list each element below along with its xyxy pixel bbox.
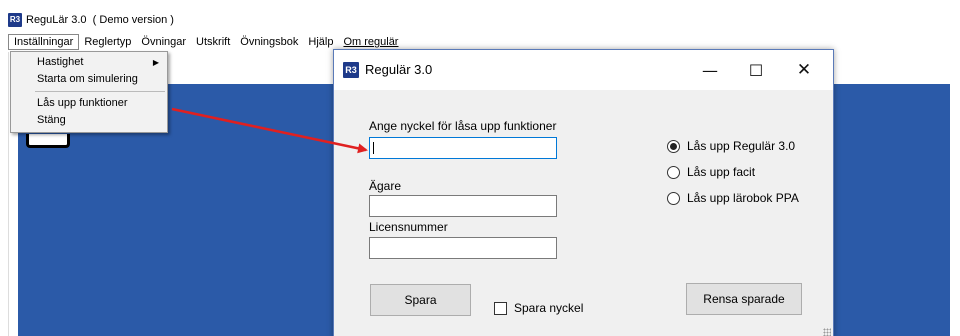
radio-unlock-regular[interactable]: Lås upp Regulär 3.0 [667, 139, 795, 153]
dialog-logo-icon: R3 [343, 62, 359, 78]
clear-saved-button[interactable]: Rensa sparade [686, 283, 802, 315]
dialog-titlebar[interactable]: R3 Regulär 3.0 — ☐ ✕ [334, 50, 833, 90]
maximize-button[interactable]: ☐ [733, 50, 779, 90]
menu-item-hastighet[interactable]: Hastighet ▶ [11, 54, 167, 71]
owner-input[interactable] [369, 195, 557, 217]
text-caret [373, 142, 374, 154]
app-title: ReguLär 3.0 ( Demo version ) [26, 14, 174, 26]
owner-label: Ägare [369, 179, 402, 193]
radio-button[interactable] [667, 165, 680, 179]
menu-item-las-upp[interactable]: Lås upp funktioner [11, 95, 167, 112]
save-key-checkbox-row[interactable]: Spara nyckel [494, 301, 583, 315]
menu-separator [35, 91, 165, 92]
app-title-bar: R3 ReguLär 3.0 ( Demo version ) [8, 10, 174, 30]
dialog-title: Regulär 3.0 [365, 62, 433, 77]
radio-selected-dot [670, 142, 677, 150]
save-key-checkbox[interactable] [494, 301, 507, 315]
menu-item-starta-om[interactable]: Starta om simulering [11, 71, 167, 88]
radio-unlock-facit[interactable]: Lås upp facit [667, 165, 755, 179]
resize-grip-icon[interactable] [823, 328, 831, 336]
key-input[interactable] [369, 137, 557, 159]
close-button[interactable]: ✕ [781, 50, 827, 90]
menu-utskrift[interactable]: Utskrift [191, 34, 235, 50]
app-logo-icon: R3 [8, 13, 22, 27]
unlock-dialog: R3 Regulär 3.0 — ☐ ✕ Ange nyckel för lås… [333, 49, 834, 336]
settings-dropdown-menu: Hastighet ▶ Starta om simulering Lås upp… [10, 51, 168, 133]
radio-unlock-larobok[interactable]: Lås upp lärobok PPA [667, 191, 799, 205]
menu-ovningsbok[interactable]: Övningsbok [235, 34, 303, 50]
license-label: Licensnummer [369, 220, 448, 234]
toolbar-icon[interactable] [26, 134, 70, 148]
key-label: Ange nyckel för låsa upp funktioner [369, 119, 557, 133]
minimize-button[interactable]: — [687, 50, 733, 90]
save-button[interactable]: Spara [370, 284, 471, 316]
menu-installningar[interactable]: Inställningar [8, 34, 80, 50]
submenu-arrow-icon: ▶ [152, 58, 159, 67]
menu-om-regular[interactable]: Om regulär [338, 34, 403, 50]
menu-reglertyp[interactable]: Reglertyp [79, 34, 136, 50]
menubar: Inställningar Reglertyp Övningar Utskrif… [8, 34, 403, 50]
radio-button[interactable] [667, 139, 680, 153]
menu-hjalp[interactable]: Hjälp [303, 34, 338, 50]
radio-button[interactable] [667, 191, 680, 205]
menu-ovningar[interactable]: Övningar [136, 34, 191, 50]
license-input[interactable] [369, 237, 557, 259]
menu-item-stang[interactable]: Stäng [11, 112, 167, 129]
